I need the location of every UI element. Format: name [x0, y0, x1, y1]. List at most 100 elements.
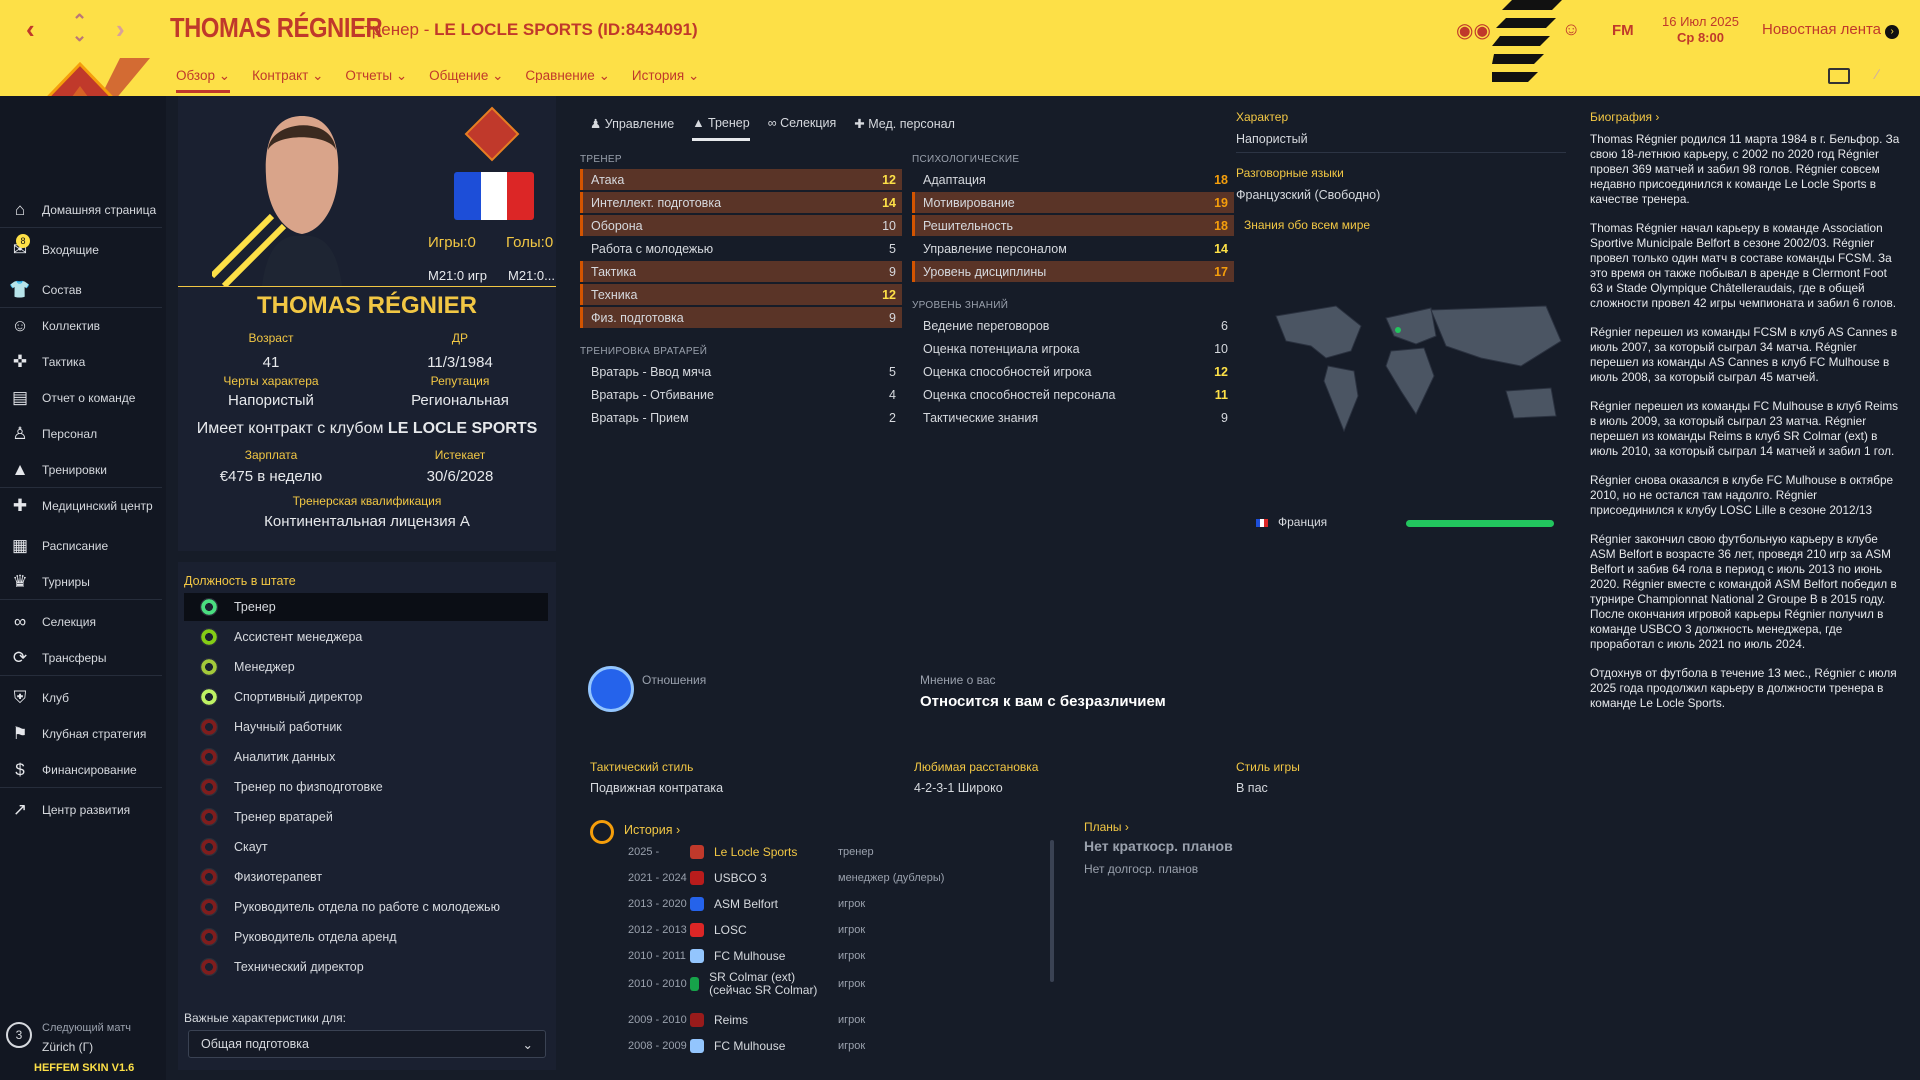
sidebar-item-label: Тактика: [42, 355, 86, 369]
tab-history[interactable]: История ⌄: [632, 68, 699, 93]
role-item[interactable]: Скаут: [184, 833, 548, 861]
sidebar-item-12[interactable]: ⟳ Трансферы: [0, 640, 162, 676]
player-photo: [212, 116, 342, 286]
sidebar-item-11[interactable]: ∞ Селекция: [0, 604, 162, 640]
strategy-icon: ⚑: [12, 724, 28, 743]
bio-paragraph: Thomas Régnier родился 11 марта 1984 в г…: [1590, 132, 1900, 206]
role-suitability-icon: [200, 718, 218, 736]
attribute-value: 10: [1214, 341, 1228, 356]
news-feed-button[interactable]: Новостная лента ›: [1762, 21, 1900, 39]
sidebar-item-6[interactable]: ♙ Персонал: [0, 416, 162, 452]
role-item[interactable]: Ассистент менеджера: [184, 623, 548, 651]
role-item[interactable]: Физиотерапевт: [184, 863, 548, 891]
role-label: Тренер вратарей: [234, 810, 333, 824]
contract-info[interactable]: Имеет контракт с клубом LE LOCLE SPORTS: [178, 420, 556, 438]
role-item[interactable]: Руководитель отдела по работе с молодежь…: [184, 893, 548, 921]
sidebar-item-9[interactable]: ▦ Расписание: [0, 528, 162, 564]
history-role: игрок: [838, 898, 866, 910]
opinion-value: Относится к вам с безразличием: [920, 693, 1166, 710]
attribute-row: Вратарь - Ввод мяча 5: [580, 361, 902, 382]
relations-icon: [588, 666, 634, 712]
role-item[interactable]: Руководитель отдела аренд: [184, 923, 548, 951]
role-suitability-icon: [200, 658, 218, 676]
attribute-label: Вратарь - Прием: [591, 410, 689, 425]
attribute-value: 11: [1214, 387, 1228, 402]
tab-overview[interactable]: Обзор ⌄: [176, 68, 231, 93]
attribute-row: Ведение переговоров 6: [912, 315, 1234, 336]
page-title: THOMAS RÉGNIER: [170, 12, 383, 43]
attribute-row: Физ. подготовка 9: [580, 307, 902, 328]
history-row[interactable]: 2025 - Le Locle Sports тренер: [592, 840, 1052, 864]
next-match-badge: 3: [6, 1022, 32, 1048]
world-knowledge-label: Знания обо всем мире: [1244, 218, 1371, 232]
sidebar-item-15[interactable]: $ Финансирование: [0, 752, 162, 788]
sidebar-item-5[interactable]: ▤ Отчет о команде: [0, 380, 162, 416]
role-item[interactable]: Тренер вратарей: [184, 803, 548, 831]
shield-icon: ⛨: [13, 688, 27, 707]
history-row[interactable]: 2013 - 2020 ASM Belfort игрок: [592, 892, 1052, 916]
attribute-row: Тактика 9: [580, 261, 902, 282]
role-item[interactable]: Технический директор: [184, 953, 548, 981]
tab-medical[interactable]: ✚ Мед. персонал: [854, 116, 955, 141]
key-attrs-select[interactable]: Общая подготовка ⌄: [188, 1030, 546, 1058]
fm-button[interactable]: FM: [1612, 22, 1634, 39]
history-row[interactable]: 2010 - 2010 SR Colmar (ext) (сейчас SR Co…: [592, 971, 1052, 997]
sidebar-item-10[interactable]: ♛ Турниры: [0, 564, 162, 600]
sidebar-item-4[interactable]: ✜ Тактика: [0, 344, 162, 380]
role-item[interactable]: Научный работник: [184, 713, 548, 741]
sidebar-item-label: Состав: [42, 282, 82, 297]
monitor-icon[interactable]: [1828, 68, 1850, 84]
history-row[interactable]: 2010 - 2011 FC Mulhouse игрок: [592, 944, 1052, 968]
bio-paragraph: Régnier перешел из команды FC Mulhouse в…: [1590, 399, 1899, 458]
tab-management[interactable]: ♟ Управление: [590, 116, 674, 141]
role-item[interactable]: Тренер: [184, 593, 548, 621]
sidebar-item-3[interactable]: ☺ Коллектив: [0, 308, 162, 344]
sidebar-item-14[interactable]: ⚑ Клубная стратегия: [0, 716, 162, 752]
sidebar-item-label: Отчет о команде: [42, 391, 136, 405]
sidebar-item-8[interactable]: ✚ Медицинский центр: [0, 488, 162, 524]
tab-coach[interactable]: ▲ Тренер: [692, 116, 750, 141]
next-match-value[interactable]: Zürich (Г): [42, 1040, 93, 1054]
tab-compare[interactable]: Сравнение ⌄: [525, 68, 609, 93]
tab-contract[interactable]: Контракт ⌄: [252, 68, 323, 93]
tab-interaction[interactable]: Общение ⌄: [429, 68, 503, 93]
sidebar-item-2[interactable]: 👕 Состав: [0, 272, 162, 308]
forward-arrow-icon[interactable]: ›: [116, 14, 125, 45]
binoculars-icon[interactable]: ◉◉: [1456, 18, 1491, 43]
history-row[interactable]: 2021 - 2024 USBCO 3 менеджер (дублеры): [592, 866, 1052, 890]
qualification-label: Тренерская квалификация: [292, 494, 442, 508]
sidebar-item-1[interactable]: ✉ 8 Входящие: [0, 232, 162, 268]
back-arrow-icon[interactable]: ‹: [26, 14, 35, 45]
tab-reports[interactable]: Отчеты ⌄: [345, 68, 407, 93]
role-item[interactable]: Аналитик данных: [184, 743, 548, 771]
sidebar-item-0[interactable]: ⌂ Домашняя страница: [0, 192, 162, 228]
history-scrollbar[interactable]: [1050, 840, 1054, 982]
france-flag-icon: [1256, 519, 1268, 527]
page-subtitle[interactable]: тренер - LE LOCLE SPORTS (ID:8434091): [364, 20, 698, 40]
plans-link[interactable]: Планы ›: [1084, 820, 1129, 834]
edit-icon[interactable]: ∕: [1876, 66, 1878, 82]
attribute-label: Тактические знания: [923, 410, 1039, 425]
biography-link[interactable]: Биография ›: [1590, 110, 1659, 124]
history-role: игрок: [838, 950, 866, 962]
history-link[interactable]: История ›: [624, 823, 680, 837]
smiley-icon[interactable]: ☺: [1562, 19, 1580, 40]
attribute-label: Уровень дисциплины: [923, 264, 1047, 279]
role-item[interactable]: Тренер по физподготовке: [184, 773, 548, 801]
history-club: FC Mulhouse: [690, 949, 838, 963]
tab-scouting[interactable]: ∞ Селекция: [768, 116, 837, 141]
sidebar-item-7[interactable]: ▲ Тренировки: [0, 452, 162, 488]
formation-label: Любимая расстановка: [914, 760, 1039, 774]
sidebar-item-16[interactable]: ↗ Центр развития: [0, 792, 162, 828]
money-icon: $: [15, 759, 25, 779]
attribute-value: 14: [1214, 241, 1228, 256]
role-item[interactable]: Спортивный директор: [184, 683, 548, 711]
role-item[interactable]: Менеджер: [184, 653, 548, 681]
history-row[interactable]: 2012 - 2013 LOSC игрок: [592, 918, 1052, 942]
dob-label: ДР: [451, 331, 469, 345]
sidebar-item-13[interactable]: ⛨ Клуб: [0, 680, 162, 716]
tactics-icon: ✜: [12, 352, 28, 371]
history-row[interactable]: 2009 - 2010 Reims игрок: [592, 1008, 1052, 1032]
history-row[interactable]: 2008 - 2009 FC Mulhouse игрок: [592, 1034, 1052, 1058]
updown-icon[interactable]: ⌃ ⌄: [72, 12, 87, 44]
